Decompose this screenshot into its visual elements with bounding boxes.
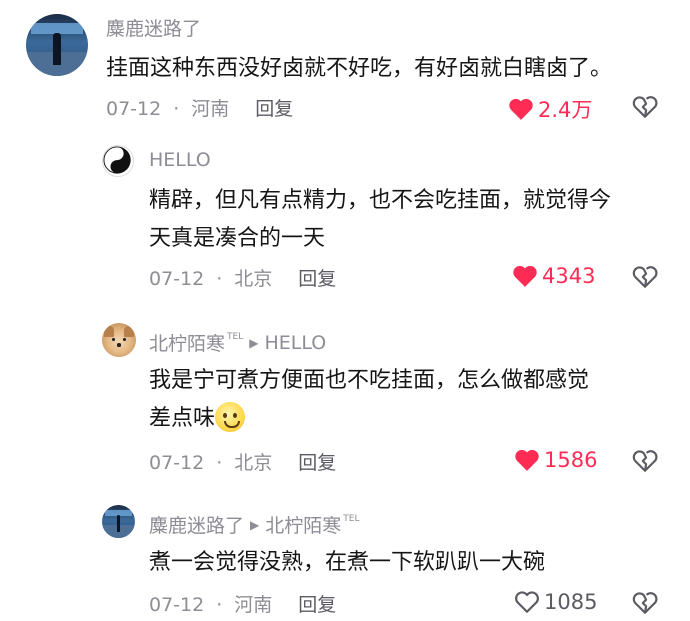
reply-button[interactable]: 回复 <box>298 268 336 290</box>
heart-outline-icon <box>515 591 539 613</box>
author-name[interactable]: 麋鹿迷路了 <box>149 511 244 538</box>
pleading-face-emoji-icon <box>215 402 246 432</box>
heart-filled-icon <box>513 265 537 287</box>
reply-button[interactable]: 回复 <box>255 98 293 120</box>
author-name[interactable]: HELLO <box>149 149 211 171</box>
reply-to-tag: TEL <box>343 513 360 524</box>
user-avatar[interactable] <box>102 145 134 177</box>
like-button[interactable]: 4343 <box>512 264 595 288</box>
comment-author[interactable]: 北柠陌寒 TEL ▶ HELLO <box>149 329 326 356</box>
comment-location: 北京 <box>234 268 273 290</box>
author-name[interactable]: 麋鹿迷路了 <box>106 14 201 41</box>
comment-text: 精辟，但凡有点精力，也不会吃挂面，就觉得今 天真是凑合的一天 <box>149 182 611 258</box>
comment-line: 我是宁可煮方便面也不吃挂面，怎么做都感觉 <box>149 368 590 393</box>
comment-line: 精辟，但凡有点精力，也不会吃挂面，就觉得今 <box>149 188 612 213</box>
comment-line: 天真是凑合的一天 <box>149 226 326 251</box>
like-count: 1586 <box>544 448 598 472</box>
comment-line: 差点味 <box>149 400 589 438</box>
reply-button[interactable]: 回复 <box>298 452 336 474</box>
reply-to-name[interactable]: 北柠陌寒 <box>265 511 341 538</box>
comment-author[interactable]: 麋鹿迷路了 <box>106 14 201 41</box>
user-avatar[interactable] <box>26 14 88 76</box>
broken-heart-icon[interactable] <box>632 590 658 616</box>
comment-date: 07-12 <box>149 268 205 290</box>
comment-info: 07-12 · 河南 回复 <box>149 594 337 616</box>
author-tag: TEL <box>227 331 244 342</box>
user-avatar[interactable] <box>102 505 135 538</box>
yin-yang-icon <box>103 146 131 174</box>
comment-line-text: 差点味 <box>149 406 216 431</box>
reply-arrow-icon: ▶ <box>250 517 260 532</box>
comment-info: 07-12 · 北京 回复 <box>149 452 337 474</box>
like-count: 1085 <box>544 590 598 614</box>
comment-location: 北京 <box>234 452 273 474</box>
like-count: 2.4万 <box>538 98 593 122</box>
comment-author[interactable]: HELLO <box>149 149 211 171</box>
comment-date: 07-12 <box>149 594 205 616</box>
like-count: 4343 <box>542 264 596 288</box>
comment-location: 河南 <box>191 98 230 120</box>
comment-info: 07-12 · 北京 回复 <box>149 268 337 290</box>
comment-date: 07-12 <box>149 452 205 474</box>
like-button[interactable]: 2.4万 <box>508 94 592 124</box>
comment-date: 07-12 <box>106 98 162 120</box>
like-button[interactable]: 1586 <box>514 448 597 472</box>
heart-filled-icon <box>515 449 539 471</box>
comment-text: 我是宁可煮方便面也不吃挂面，怎么做都感觉 差点味 <box>149 362 589 438</box>
comment-info: 07-12 · 河南 回复 <box>106 98 294 120</box>
broken-heart-icon[interactable] <box>632 264 658 290</box>
broken-heart-icon[interactable] <box>632 448 658 474</box>
heart-filled-icon <box>509 98 533 120</box>
comment-line: 煮一会觉得没熟，在煮一下软趴趴一大碗 <box>149 550 546 575</box>
comment-text: 挂面这种东西没好卤就不好吃，有好卤就白瞎卤了。 <box>106 50 612 88</box>
user-avatar[interactable] <box>102 323 136 357</box>
comment-line: 挂面这种东西没好卤就不好吃，有好卤就白瞎卤了。 <box>106 56 613 81</box>
comment-author[interactable]: 麋鹿迷路了 ▶ 北柠陌寒 TEL <box>149 511 359 538</box>
reply-to-name[interactable]: HELLO <box>264 332 326 354</box>
reply-button[interactable]: 回复 <box>298 594 336 616</box>
like-button[interactable]: 1085 <box>514 590 597 614</box>
reply-arrow-icon: ▶ <box>249 335 259 350</box>
author-name[interactable]: 北柠陌寒 <box>149 329 225 356</box>
comment-text: 煮一会觉得没熟，在煮一下软趴趴一大碗 <box>149 544 545 582</box>
comment-location: 河南 <box>234 594 273 616</box>
broken-heart-icon[interactable] <box>632 94 658 120</box>
